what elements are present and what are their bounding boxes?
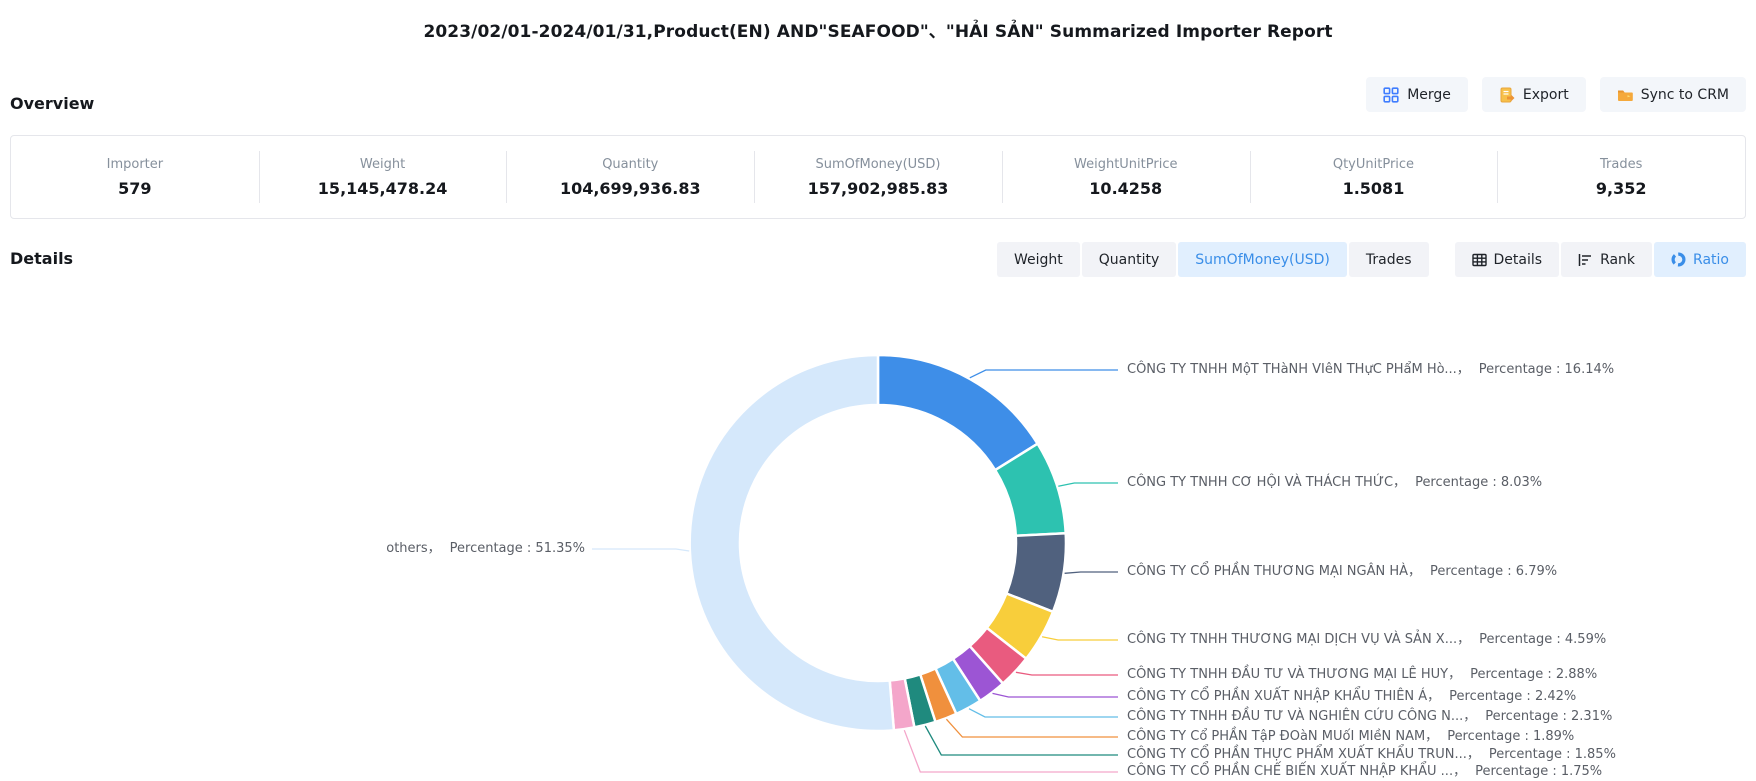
slice-label: CÔNG TY TNHH CƠ HỘI VÀ THÁCH THỨC， Percen… xyxy=(1127,474,1542,492)
slice-label: CÔNG TY Cổ PHẦN TậP ĐOàN MUốI MIềN NAM， P… xyxy=(1127,728,1574,746)
slice-label-name: CÔNG TY CỔ PHẦN CHẾ BIẾN XUẤT NHẬP KHẨU … xyxy=(1127,764,1466,779)
slice-label-name: CÔNG TY TNHH MộT THàNH VIêN THựC PHẩM Hò… xyxy=(1127,362,1470,377)
slice-label-percentage: Percentage : 6.79% xyxy=(1430,564,1557,579)
label-line xyxy=(925,726,1118,755)
label-line xyxy=(946,719,1118,737)
slice-label-name: CÔNG TY TNHH CƠ HỘI VÀ THÁCH THỨC， xyxy=(1127,475,1406,490)
slice-label: CÔNG TY TNHH MộT THàNH VIêN THựC PHẩM Hò… xyxy=(1127,361,1614,379)
label-line xyxy=(1065,572,1118,573)
slice-label-name: CÔNG TY CỔ PHẦN THƯƠNG MẠI NGÂN HÀ， xyxy=(1127,564,1421,579)
slice-label-name: CÔNG TY TNHH ĐẦU TƯ VÀ NGHIÊN CỨU CÔNG N… xyxy=(1127,709,1476,724)
label-line xyxy=(1042,637,1118,640)
slice-label: CÔNG TY TNHH THƯƠNG MẠI DỊCH VỤ VÀ SẢN X… xyxy=(1127,631,1606,649)
slice-label-name: others， xyxy=(386,541,440,556)
pie-slice[interactable] xyxy=(878,355,1038,470)
slice-label-percentage: Percentage : 1.89% xyxy=(1447,729,1574,744)
slice-label-name: CÔNG TY TNHH ĐẦU TƯ VÀ THƯƠNG MẠI LÊ HUY… xyxy=(1127,667,1461,682)
slice-label: CÔNG TY CỔ PHẦN XUẤT NHẬP KHẨU THIÊN Á， P… xyxy=(1127,688,1576,706)
slice-label-percentage: Percentage : 2.42% xyxy=(1449,689,1576,704)
slice-label: CÔNG TY TNHH ĐẦU TƯ VÀ THƯƠNG MẠI LÊ HUY… xyxy=(1127,666,1597,684)
slice-label: CÔNG TY CỔ PHẦN THỰC PHẨM XUẤT KHẨU TRUN… xyxy=(1127,746,1616,764)
label-line xyxy=(970,370,1118,378)
slice-label-percentage: Percentage : 2.88% xyxy=(1470,667,1597,682)
label-line xyxy=(993,693,1119,697)
slice-label: CÔNG TY CỔ PHẦN CHẾ BIẾN XUẤT NHẬP KHẨU … xyxy=(1127,763,1602,781)
slice-label-percentage: Percentage : 2.31% xyxy=(1485,709,1612,724)
label-line xyxy=(1058,483,1118,486)
slice-label-name: CÔNG TY CỔ PHẦN XUẤT NHẬP KHẨU THIÊN Á， xyxy=(1127,689,1440,704)
slice-label-percentage: Percentage : 51.35% xyxy=(450,541,585,556)
slice-label: CÔNG TY CỔ PHẦN THƯƠNG MẠI NGÂN HÀ， Perce… xyxy=(1127,563,1557,581)
label-line xyxy=(592,549,689,551)
others-slice-label: others， Percentage : 51.35% xyxy=(386,540,585,558)
slice-label-percentage: Percentage : 4.59% xyxy=(1479,632,1606,647)
pie-slice[interactable] xyxy=(690,355,894,731)
slice-label-name: CÔNG TY Cổ PHẦN TậP ĐOàN MUốI MIềN NAM， xyxy=(1127,729,1438,744)
label-line xyxy=(1016,672,1118,675)
slice-label-percentage: Percentage : 1.75% xyxy=(1475,764,1602,779)
label-line xyxy=(969,709,1118,717)
slice-label-name: CÔNG TY TNHH THƯƠNG MẠI DỊCH VỤ VÀ SẢN X… xyxy=(1127,632,1470,647)
donut-chart xyxy=(0,0,1756,780)
slice-label-percentage: Percentage : 8.03% xyxy=(1415,475,1542,490)
slice-label-name: CÔNG TY CỔ PHẦN THỰC PHẨM XUẤT KHẨU TRUN… xyxy=(1127,747,1480,762)
slice-label-percentage: Percentage : 1.85% xyxy=(1489,747,1616,762)
slice-label-percentage: Percentage : 16.14% xyxy=(1479,362,1614,377)
slice-label: CÔNG TY TNHH ĐẦU TƯ VÀ NGHIÊN CỨU CÔNG N… xyxy=(1127,708,1612,726)
